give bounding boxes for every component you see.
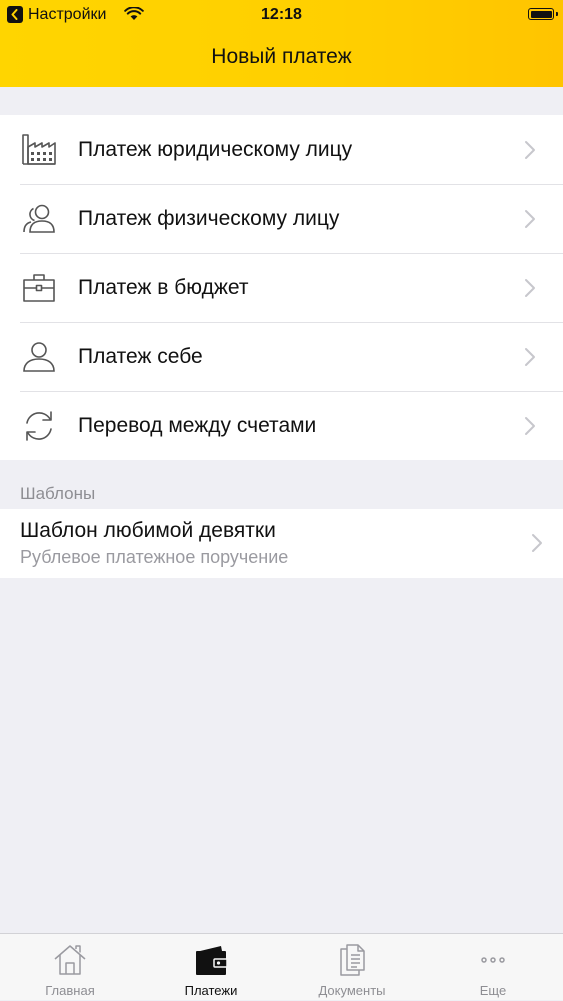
menu-item-label: Платеж физическому лицу xyxy=(78,207,340,230)
factory-icon xyxy=(22,134,56,165)
menu-item-label: Платеж себе xyxy=(78,345,203,368)
wallet-icon xyxy=(196,946,228,975)
status-time: 12:18 xyxy=(261,6,302,23)
menu-item-budget[interactable]: Платеж в бюджет xyxy=(0,253,563,322)
header: Настройки 12:18 Новый платеж xyxy=(0,0,563,87)
menu-item-self[interactable]: Платеж себе xyxy=(0,322,563,391)
users-icon xyxy=(23,204,55,233)
tab-label: Главная xyxy=(45,983,95,998)
template-subtitle: Рублевое платежное поручение xyxy=(20,547,289,567)
person-icon xyxy=(23,342,55,372)
tab-home[interactable]: Главная xyxy=(0,934,140,1001)
chevron-right-icon xyxy=(525,348,535,366)
templates-section-header: Шаблоны xyxy=(20,484,96,503)
tab-label: Еще xyxy=(479,983,507,998)
tab-bar: Главная Платежи Документы Еще xyxy=(0,933,563,1000)
briefcase-icon xyxy=(23,274,55,302)
menu-item-label: Платеж юридическому лицу xyxy=(78,138,353,161)
more-icon xyxy=(481,957,505,963)
template-item[interactable]: Шаблон любимой девятки Рублевое платежно… xyxy=(0,509,563,578)
chevron-right-icon xyxy=(525,210,535,228)
refresh-icon xyxy=(26,411,52,441)
chevron-right-icon xyxy=(525,279,535,297)
documents-icon xyxy=(340,944,365,976)
menu-item-transfer[interactable]: Перевод между счетами xyxy=(0,391,563,460)
menu-item-legal-entity[interactable]: Платеж юридическому лицу xyxy=(0,115,563,184)
tab-documents[interactable]: Документы xyxy=(282,934,422,1001)
menu-item-label: Платеж в бюджет xyxy=(78,276,249,299)
chevron-right-icon xyxy=(532,534,542,552)
chevron-right-icon xyxy=(525,417,535,435)
status-bar: Настройки 12:18 xyxy=(0,0,563,30)
battery-icon xyxy=(528,8,558,20)
tab-label: Документы xyxy=(318,983,386,998)
menu-item-individual[interactable]: Платеж физическому лицу xyxy=(0,184,563,253)
page-title: Новый платеж xyxy=(211,45,352,68)
home-icon xyxy=(54,945,86,975)
payment-type-list: Платеж юридическому лицу Платеж физическ… xyxy=(0,115,563,460)
tab-more[interactable]: Еще xyxy=(423,934,563,1001)
tab-label: Платежи xyxy=(184,983,238,998)
tab-payments[interactable]: Платежи xyxy=(141,934,281,1001)
menu-item-label: Перевод между счетами xyxy=(78,414,317,437)
template-title: Шаблон любимой девятки xyxy=(20,519,276,542)
chevron-right-icon xyxy=(525,141,535,159)
